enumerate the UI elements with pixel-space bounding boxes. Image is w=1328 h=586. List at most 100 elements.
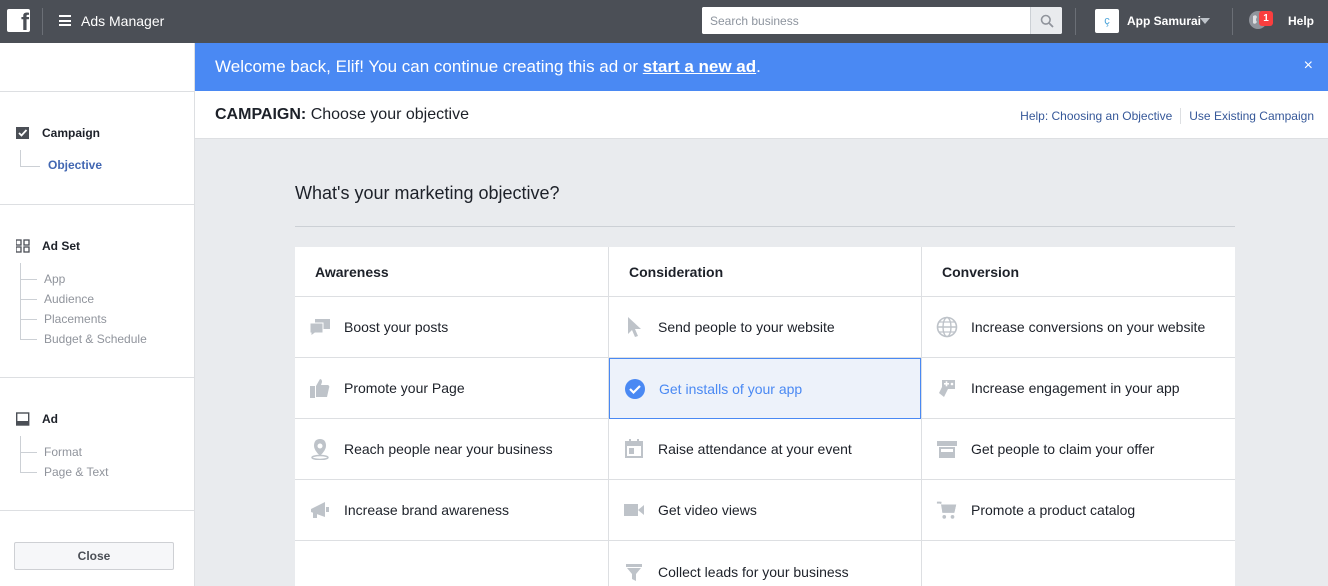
objective-product-catalog[interactable]: Promote a product catalog: [922, 480, 1235, 541]
chevron-down-icon[interactable]: [1200, 18, 1210, 24]
search-button[interactable]: [1030, 7, 1062, 34]
objective-app-engagement[interactable]: Increase engagement in your app: [922, 358, 1235, 419]
sidebar-divider: [0, 377, 194, 378]
column-header: Conversion: [922, 247, 1235, 297]
globe-icon: [936, 316, 958, 338]
megaphone-icon: [309, 499, 331, 521]
sidebar-section-label: Campaign: [42, 126, 101, 140]
tree-line: [20, 339, 37, 340]
objective-label: Collect leads for your business: [658, 563, 849, 580]
objective-label: Promote a product catalog: [971, 502, 1136, 518]
sidebar-section-ad[interactable]: Ad: [16, 412, 58, 426]
sidebar-item-placements[interactable]: Placements: [44, 312, 107, 326]
funnel-icon: [623, 561, 645, 583]
account-avatar[interactable]: ç: [1095, 9, 1119, 33]
column-header: Awareness: [295, 247, 608, 297]
sidebar-section-ad-set[interactable]: Ad Set: [16, 239, 80, 253]
objective-lead-generation[interactable]: Collect leads for your business: [609, 541, 921, 586]
account-name[interactable]: App Samurai: [1127, 14, 1201, 28]
objective-brand-awareness[interactable]: Increase brand awareness: [295, 480, 608, 541]
objective-boost-posts[interactable]: Boost your posts: [295, 297, 608, 358]
objective-grid: Awareness Boost your posts Promote your …: [295, 247, 1235, 586]
objective-app-installs[interactable]: Get installs of your app: [609, 358, 921, 419]
campaign-label: CAMPAIGN:: [215, 106, 307, 123]
welcome-banner: Welcome back, Elif! You can continue cre…: [195, 43, 1328, 91]
checkmark-icon: [624, 378, 646, 400]
map-pin-icon: [309, 438, 331, 460]
tree-line: [20, 166, 40, 167]
sidebar-section-label: Ad: [42, 412, 58, 426]
objective-label: Get video views: [658, 502, 757, 518]
empty-cell: [922, 541, 1235, 586]
objective-send-to-website[interactable]: Send people to your website: [609, 297, 921, 358]
sidebar-item-app[interactable]: App: [44, 272, 65, 286]
help-link[interactable]: Help: [1288, 14, 1314, 28]
sidebar-item-format[interactable]: Format: [44, 445, 82, 459]
storefront-icon: [936, 438, 958, 460]
page-title: CAMPAIGN: Choose your objective: [215, 106, 469, 124]
sidebar-item-objective[interactable]: Objective: [48, 158, 102, 172]
tree-line: [20, 279, 37, 280]
sidebar-divider: [0, 204, 194, 205]
sidebar: Campaign Objective Ad Set App Audience P…: [0, 43, 195, 586]
objective-label: Increase conversions on your website: [971, 319, 1206, 335]
app-title[interactable]: Ads Manager: [81, 13, 164, 29]
tree-line: [20, 452, 37, 453]
column-header: Consideration: [609, 247, 921, 297]
video-camera-icon: [623, 499, 645, 521]
speech-bubbles-icon: [309, 316, 331, 338]
empty-cell: [295, 541, 608, 586]
banner-message: Welcome back, Elif! You can continue cre…: [215, 57, 761, 77]
sidebar-item-budget-schedule[interactable]: Budget & Schedule: [44, 332, 147, 346]
ad-preview-icon: [16, 412, 30, 426]
objective-label: Reach people near your business: [344, 441, 553, 457]
grid-icon: [16, 239, 30, 253]
calendar-icon: [623, 438, 645, 460]
objective-website-conversions[interactable]: Increase conversions on your website: [922, 297, 1235, 358]
cursor-icon: [623, 316, 645, 338]
banner-text-after: .: [756, 57, 761, 76]
sidebar-item-audience[interactable]: Audience: [44, 292, 94, 306]
gamepad-icon: [936, 377, 958, 399]
campaign-title: Choose your objective: [306, 106, 470, 123]
help-choosing-objective-link[interactable]: Help: Choosing an Objective: [1020, 109, 1172, 123]
objective-label: Promote your Page: [344, 380, 465, 396]
close-button[interactable]: Close: [14, 542, 174, 570]
tree-line: [20, 150, 21, 166]
question-divider: [295, 226, 1235, 227]
close-icon[interactable]: ×: [1304, 57, 1313, 75]
sidebar-divider: [0, 510, 194, 511]
topbar-divider: [42, 8, 43, 35]
objective-offer-claims[interactable]: Get people to claim your offer: [922, 419, 1235, 480]
objective-label: Boost your posts: [344, 319, 449, 335]
objective-label: Send people to your website: [658, 319, 835, 335]
objective-label: Increase engagement in your app: [971, 380, 1180, 396]
column-conversion: Conversion Increase conversions on your …: [921, 247, 1235, 586]
tree-line: [20, 299, 37, 300]
use-existing-campaign-link[interactable]: Use Existing Campaign: [1189, 109, 1314, 123]
column-consideration: Consideration Send people to your websit…: [608, 247, 921, 586]
hamburger-menu-icon[interactable]: [59, 15, 71, 26]
banner-text-before: Welcome back, Elif! You can continue cre…: [215, 57, 643, 76]
notification-badge[interactable]: 1: [1259, 11, 1273, 26]
objective-event-attendance[interactable]: Raise attendance at your event: [609, 419, 921, 480]
objective-label: Get installs of your app: [659, 380, 803, 397]
objective-promote-page[interactable]: Promote your Page: [295, 358, 608, 419]
search-box: [702, 7, 1062, 34]
objective-video-views[interactable]: Get video views: [609, 480, 921, 541]
sidebar-item-page-text[interactable]: Page & Text: [44, 465, 109, 479]
tree-line: [20, 263, 21, 339]
topbar-divider: [1232, 8, 1233, 35]
start-new-ad-link[interactable]: start a new ad: [643, 57, 756, 76]
search-input[interactable]: [702, 7, 1030, 34]
objective-label: Get people to claim your offer: [971, 441, 1155, 457]
sidebar-section-campaign[interactable]: Campaign: [16, 126, 100, 140]
column-awareness: Awareness Boost your posts Promote your …: [295, 247, 608, 586]
top-navigation-bar: f Ads Manager ç App Samurai 1 Help: [0, 0, 1328, 43]
campaign-header: CAMPAIGN: Choose your objective Help: Ch…: [195, 91, 1328, 139]
checkbox-checked-icon: [16, 127, 29, 139]
objective-reach-nearby[interactable]: Reach people near your business: [295, 419, 608, 480]
facebook-logo-icon[interactable]: f: [7, 9, 30, 32]
objective-question: What's your marketing objective?: [295, 183, 560, 203]
thumbs-up-icon: [309, 377, 331, 399]
